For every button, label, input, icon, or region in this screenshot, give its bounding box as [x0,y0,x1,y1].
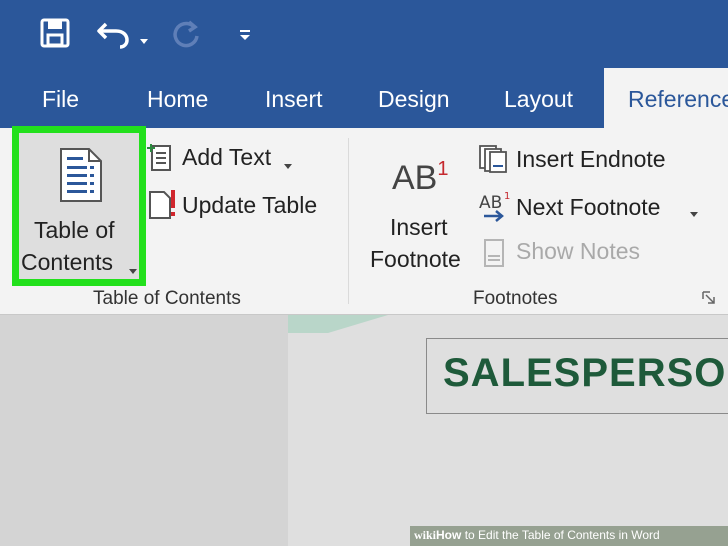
tab-insert[interactable]: Insert [265,68,323,128]
redo-icon [170,18,202,50]
insert-endnote-button[interactable]: Insert Endnote [478,144,698,178]
customize-qat-icon[interactable] [238,28,252,42]
footnote-icon: AB1 [392,158,448,198]
document-heading: SALESPERSON [443,351,728,395]
next-footnote-icon: AB 1 [478,190,514,222]
add-text-icon [146,142,174,172]
chevron-down-icon [129,261,137,279]
table-of-contents-group-label: Table of Contents [93,288,241,309]
insert-footnote-label-line2: Footnote [370,246,461,272]
undo-icon[interactable] [96,18,132,50]
tab-references[interactable]: Reference [628,68,728,128]
table-of-contents-label-line2: Contents [21,249,114,275]
footnote-ab-glyph: AB [392,159,438,197]
show-notes-label: Show Notes [516,238,641,264]
watermark-bold: How [436,528,462,542]
heading-text-box[interactable]: SALESPERSON [426,338,728,414]
update-table-icon [146,188,178,220]
dialog-launcher-icon[interactable] [702,291,716,305]
watermark-brand: wiki [414,528,437,542]
tab-layout[interactable]: Layout [504,68,573,128]
chevron-down-icon[interactable] [690,204,698,222]
next-footnote-button[interactable]: AB 1 Next Footnote [478,190,708,224]
insert-footnote-button[interactable]: AB1 Insert Footnote [362,140,474,280]
add-text-label: Add Text [182,144,272,170]
insert-endnote-icon [478,144,512,174]
watermark-text: to Edit the Table of Contents in Word [461,528,660,542]
watermark: wikiHow to Edit the Table of Contents in… [414,528,660,543]
page-header-shape [288,315,728,333]
update-table-label: Update Table [182,192,318,218]
insert-footnote-label-line1: Insert [390,214,448,240]
svg-text:AB: AB [479,193,502,213]
table-of-contents-label-line1: Table of [34,217,115,243]
show-notes-button: Show Notes [478,236,678,270]
svg-text:1: 1 [504,191,510,202]
tab-file[interactable]: File [42,68,79,128]
insert-endnote-label: Insert Endnote [516,146,666,172]
table-of-contents-icon [59,147,103,203]
save-icon[interactable] [40,18,70,48]
tab-design[interactable]: Design [378,68,450,128]
footnote-superscript: 1 [437,158,449,180]
undo-dropdown-icon[interactable] [140,31,148,49]
update-table-button[interactable]: Update Table [146,188,336,222]
show-notes-icon [482,238,508,268]
table-of-contents-button[interactable]: Table of Contents [12,126,146,286]
footnotes-group-label: Footnotes [473,288,558,309]
next-footnote-label: Next Footnote [516,194,661,220]
group-separator [348,138,349,304]
tab-home[interactable]: Home [147,68,208,128]
add-text-button[interactable]: Add Text [146,142,306,176]
chevron-down-icon [284,156,292,174]
